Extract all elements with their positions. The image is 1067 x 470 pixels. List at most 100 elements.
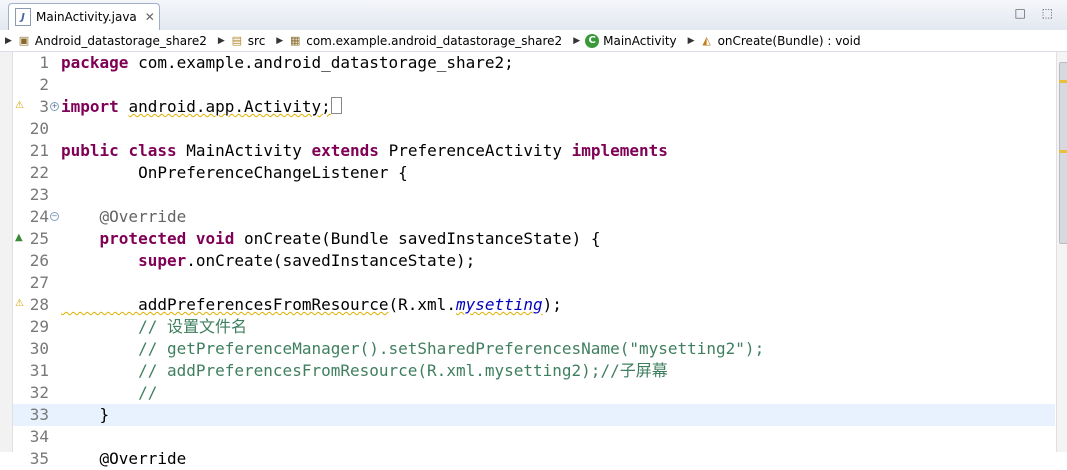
code-token: PreferenceActivity (388, 141, 562, 160)
code-line[interactable]: 20 (13, 118, 1055, 140)
code-text: addPreferencesFromResource(R.xml.mysetti… (61, 294, 562, 316)
overview-warning-marker[interactable] (1059, 150, 1067, 153)
code-token: addPreferencesFromResource (61, 295, 389, 314)
collapse-fold-icon[interactable]: − (50, 212, 59, 221)
code-line[interactable]: 2 (13, 74, 1055, 96)
breadcrumb: ▶ ▣ Android_datastorage_share2 ▶ ▤ src ▶ ▦ com.e… (0, 30, 1067, 52)
code-token: import (61, 97, 119, 116)
code-line[interactable]: 31 // addPreferencesFromResource(R.xml.m… (13, 360, 1055, 382)
code-line[interactable]: 1 package com.example.android_datastorage… (13, 52, 1055, 74)
line-number: 23 (29, 185, 49, 204)
breadcrumb-label: com.example.android_datastorage_share2 (306, 33, 563, 48)
line-number: 1 (39, 53, 49, 72)
code-token: // getPreferenceManager().setSharedPrefe… (61, 339, 765, 358)
code-text: protected void onCreate(Bundle savedInst… (61, 228, 601, 250)
code-line[interactable]: 26 super.onCreate(savedInstanceState); (13, 250, 1055, 272)
code-token: } (61, 405, 110, 424)
code-token: (R.xml. (388, 295, 456, 314)
expand-fold-icon[interactable]: + (50, 102, 59, 111)
java-file-icon: J (15, 8, 31, 26)
code-token: MainActivity (186, 141, 302, 160)
project-icon: ▣ (18, 33, 30, 47)
breadcrumb-arrow-icon[interactable]: ▶ (218, 36, 225, 46)
breadcrumb-label: onCreate(Bundle) : void (717, 33, 861, 48)
code-token: package (61, 53, 129, 72)
code-text: @Override (61, 448, 187, 470)
line-number: 24 (29, 207, 49, 226)
code-line[interactable]: 32 // (13, 382, 1055, 404)
code-token: public (61, 141, 119, 160)
tab-label: MainActivity.java (36, 10, 137, 24)
breadcrumb-item[interactable]: ▤ src (230, 34, 266, 48)
code-token: @Override (61, 207, 187, 226)
code-line[interactable]: 29 // 设置文件名 (13, 316, 1055, 338)
line-number: 20 (29, 119, 49, 138)
breadcrumb-item[interactable]: ▣ Android_datastorage_share2 (17, 34, 207, 48)
code-line[interactable]: 27 (13, 272, 1055, 294)
code-line[interactable]: 24− @Override (13, 206, 1055, 228)
left-trim-strip (0, 52, 13, 452)
breadcrumb-label: MainActivity (603, 33, 677, 48)
breadcrumb-arrow-icon[interactable]: ▶ (5, 36, 12, 46)
code-text: @Override (61, 206, 187, 228)
code-line[interactable]: 33 } (13, 404, 1055, 426)
scrollbar-thumb[interactable] (1059, 62, 1067, 244)
code-token: implements (571, 141, 668, 160)
line-number: 3 (39, 97, 49, 116)
code-token: class (128, 141, 177, 160)
code-token: // 设置文件名 (61, 317, 247, 336)
code-token: .onCreate(savedInstanceState); (186, 251, 476, 270)
overview-warning-marker[interactable] (1059, 80, 1067, 83)
code-token: // (61, 383, 158, 402)
code-text: // (61, 382, 157, 404)
code-line[interactable]: 34 (13, 426, 1055, 448)
code-line[interactable]: 35 @Override (13, 448, 1055, 470)
code-token: ); (542, 295, 562, 314)
breadcrumb-item[interactable]: C MainActivity (585, 33, 677, 48)
breadcrumb-arrow-icon[interactable]: ▶ (276, 36, 283, 46)
breadcrumb-arrow-icon[interactable]: ▶ (688, 36, 695, 46)
breadcrumb-label: Android_datastorage_share2 (34, 33, 207, 48)
package-icon: ▦ (290, 33, 301, 47)
line-number: 28 (29, 295, 49, 314)
folded-imports-box[interactable] (330, 97, 342, 114)
code-text: // addPreferencesFromResource(R.xml.myse… (61, 360, 668, 382)
line-number: 25 (29, 229, 49, 248)
line-number: 2 (39, 75, 49, 94)
line-number: 35 (29, 449, 49, 468)
line-number: 22 (29, 163, 49, 182)
line-number: 21 (29, 141, 49, 160)
code-text: } (61, 404, 110, 426)
close-icon[interactable]: ✕ (145, 10, 155, 24)
line-number: 26 (29, 251, 49, 270)
code-token: mysetting (455, 295, 543, 314)
code-line[interactable]: ⚠ 3 + import android.app.Activity; (13, 96, 1055, 118)
code-line[interactable]: ▲ 25 protected void onCreate(Bundle saved… (13, 228, 1055, 250)
code-editor[interactable]: 1 package com.example.android_datastorage… (13, 52, 1055, 468)
code-token: com.example.android_datastorage_share2; (138, 53, 514, 72)
code-token: onCreate(Bundle savedInstanceState) { (244, 229, 601, 248)
breadcrumb-item[interactable]: ◭ onCreate(Bundle) : void (700, 33, 861, 48)
tab-mainactivity[interactable]: J MainActivity.java ✕ (8, 3, 160, 30)
line-number: 27 (29, 273, 49, 292)
editor-tab-bar: J MainActivity.java ✕ □ ⬚ (0, 0, 1067, 31)
code-line[interactable]: 22 OnPreferenceChangeListener { (13, 162, 1055, 184)
code-line[interactable]: 23 (13, 184, 1055, 206)
code-text: public class MainActivity extends Prefer… (61, 140, 668, 162)
code-text: super.onCreate(savedInstanceState); (61, 250, 475, 272)
line-number: 30 (29, 339, 49, 358)
vertical-scrollbar[interactable] (1056, 52, 1067, 452)
code-token: void (195, 229, 235, 248)
code-line[interactable]: ⚠ 28 addPreferencesFromResource(R.xml.mys… (13, 294, 1055, 316)
line-number: 32 (29, 383, 49, 402)
code-text: package com.example.android_datastorage_… (61, 52, 514, 74)
code-text: OnPreferenceChangeListener { (61, 162, 408, 184)
code-line[interactable]: 21 public class MainActivity extends Pref… (13, 140, 1055, 162)
code-text: // getPreferenceManager().setSharedPrefe… (61, 338, 764, 360)
code-token: OnPreferenceChangeListener { (61, 163, 408, 182)
line-number: 33 (29, 405, 49, 424)
window-controls[interactable]: □ ⬚ (1015, 6, 1060, 20)
breadcrumb-item[interactable]: ▦ com.example.android_datastorage_share2 (288, 34, 562, 48)
breadcrumb-arrow-icon[interactable]: ▶ (573, 36, 580, 46)
code-line[interactable]: 30 // getPreferenceManager().setSharedPr… (13, 338, 1055, 360)
